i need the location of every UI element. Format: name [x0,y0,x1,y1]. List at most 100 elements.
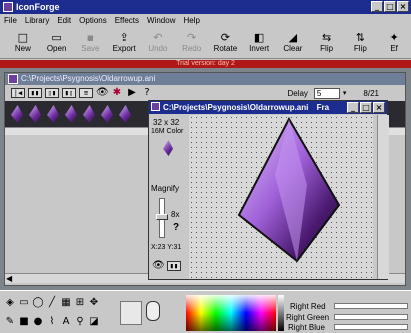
toolbar-button-open-1[interactable]: ▭ Open [40,27,74,58]
toolbar-label: Export [112,44,136,53]
editor-title-suffix: Fra [316,103,330,112]
toolbar-button-flip-10[interactable]: ⇅ Flip [344,27,378,58]
frame-thumbnail[interactable] [11,105,23,123]
menu-effects[interactable]: Effects [115,14,139,27]
flip-horizontal-icon: ⇆ [322,31,332,44]
scroll-left-icon[interactable]: ◀ [6,274,12,283]
menu-help[interactable]: Help [183,14,199,27]
undo-icon: ↶ [153,31,163,44]
dropper-tool-icon[interactable]: ⚲ [74,316,86,328]
editor-close-button[interactable]: × [373,102,385,113]
pixel-canvas[interactable] [189,115,389,279]
pattern-tool-icon[interactable]: ▦ [60,297,72,309]
minimize-button[interactable]: _ [371,1,383,12]
editor-maximize-button[interactable]: □ [360,102,372,113]
editor-title: C:\Projects\Psygnosis\Oldarrowup.ani [163,103,309,112]
toolbar-button-undo-4[interactable]: ↶ Undo [141,27,175,58]
frame-thumbnail[interactable] [29,105,41,123]
filled-ellipse-tool-icon[interactable]: ● [32,316,44,328]
grid-tool-icon[interactable]: ⊞ [74,297,86,309]
frame-copy-icon[interactable]: ▮▯ [62,88,76,98]
right-red-slider[interactable] [334,303,408,309]
close-button[interactable]: × [397,1,409,12]
toolbar-button-new-0[interactable]: □ New [6,27,40,58]
document-title: C:\Projects\Psygnosis\Oldarrowup.ani [21,74,156,83]
toolbar-button-invert-7[interactable]: ◧ Invert [242,27,276,58]
delay-input[interactable]: 5 [313,87,340,99]
icon-color-depth: 16M Color [151,128,184,135]
right-red-label: Right Red [290,302,326,311]
flip-vertical-icon: ⇅ [355,31,365,44]
menu-edit[interactable]: Edit [57,14,71,27]
editor-preview-icon[interactable]: 👁 [152,260,165,271]
menu-library[interactable]: Library [25,14,49,27]
frame-thumbnail[interactable] [101,105,113,123]
rotate-icon: ⟳ [220,31,230,44]
toolbar-label: Rotate [213,44,238,53]
frame-first-icon[interactable]: |◀ [11,88,25,98]
magnify-slider-thumb[interactable] [156,214,168,220]
frame-delete-icon[interactable]: ▯▮ [45,88,59,98]
help-icon[interactable]: ? [141,87,153,99]
fill-tool-icon[interactable]: ◪ [88,316,100,328]
menu-bar: File Library Edit Options Effects Window… [0,14,411,27]
preview-icon[interactable]: 👁 [96,87,109,99]
clear-icon: ◢ [288,31,298,44]
magnify-label: Magnify [151,184,180,193]
text-tool-icon[interactable]: A [60,316,72,328]
save-icon: ▪ [86,31,95,44]
maximize-button[interactable]: □ [384,1,396,12]
delay-spinner-icon[interactable]: ▾ [343,89,347,97]
line-tool-icon[interactable]: ╱ [46,297,58,309]
current-color-swatch[interactable] [120,301,142,325]
ellipse-tool-icon[interactable]: ◯ [32,297,44,309]
open-folder-icon: ▭ [51,31,62,44]
toolbar-button-redo-5[interactable]: ↷ Redo [175,27,209,58]
toolbar-label: Invert [249,44,270,53]
editor-icon [151,102,160,111]
icon-preview [163,140,173,156]
frame-counter: 8/21 [363,88,379,98]
color-spectrum[interactable] [186,295,276,331]
canvas-vscrollbar[interactable] [377,115,389,279]
menu-options[interactable]: Options [79,14,107,27]
animate-icon[interactable]: ✱ [111,87,123,99]
frame-thumbnail-selected[interactable] [119,105,131,123]
invert-icon: ◧ [253,31,265,44]
editor-frame-icon[interactable]: ▮▮ [167,261,181,271]
toolbar-button-flip-9[interactable]: ⇆ Flip [310,27,344,58]
toolbar-button-save-2[interactable]: ▪ Save [74,27,108,58]
frame-thumbnail[interactable] [47,105,59,123]
document-title-bar: C:\Projects\Psygnosis\Oldarrowup.ani [5,73,405,85]
redo-icon: ↷ [187,31,197,44]
right-green-slider[interactable] [334,314,408,320]
play-icon[interactable]: ▶ [126,87,138,99]
toolbar: □ New ▭ Open ▪ Save ⇪ Export ↶ Undo ↷ Redo ⟳ Rotate ◧ I… [0,27,411,59]
menu-file[interactable]: File [4,14,17,27]
move-tool-icon[interactable]: ✥ [88,297,100,309]
rectangle-tool-icon[interactable]: ▭ [18,297,30,309]
frame-thumbnail[interactable] [83,105,95,123]
right-blue-slider[interactable] [334,324,408,330]
editor-info-panel: 32 x 32 16M Color Magnify 8x ? X:23 Y:31… [149,114,187,279]
toolbar-button-export-3[interactable]: ⇪ Export [107,27,141,58]
editor-minimize-button[interactable]: _ [347,102,359,113]
menu-window[interactable]: Window [147,14,175,27]
frame-thumbnail[interactable] [65,105,77,123]
toolbar-button-ef-11[interactable]: ✦ Ef [377,27,411,58]
brush-tool-icon[interactable]: ⌇ [46,316,58,328]
toolbar-label: Ef [390,44,398,53]
toolbar-button-rotate-6[interactable]: ⟳ Rotate [209,27,243,58]
pencil-tool-icon[interactable]: ✎ [4,316,16,328]
drawing-tools: ◈ ▭ ◯ ╱ ▦ ⊞ ✥ ✎ ■ ● ⌇ A ⚲ ◪ [4,297,112,331]
grayscale-strip[interactable] [278,295,284,331]
frame-paste-icon[interactable]: ≡ [79,88,93,98]
toolbar-button-clear-8[interactable]: ◢ Clear [276,27,310,58]
filled-rectangle-tool-icon[interactable]: ■ [18,316,30,328]
new-file-icon: □ [17,31,29,44]
tools-palette-panel: ◈ ▭ ◯ ╱ ▦ ⊞ ✥ ✎ ■ ● ⌇ A ⚲ ◪ Right Red Ri… [0,290,411,333]
editor-help-icon[interactable]: ? [173,222,179,233]
editor-title-bar: C:\Projects\Psygnosis\Oldarrowup.ani Fra… [149,101,387,114]
frame-insert-icon[interactable]: ▮▮ [28,88,42,98]
select-tool-icon[interactable]: ◈ [4,297,16,309]
